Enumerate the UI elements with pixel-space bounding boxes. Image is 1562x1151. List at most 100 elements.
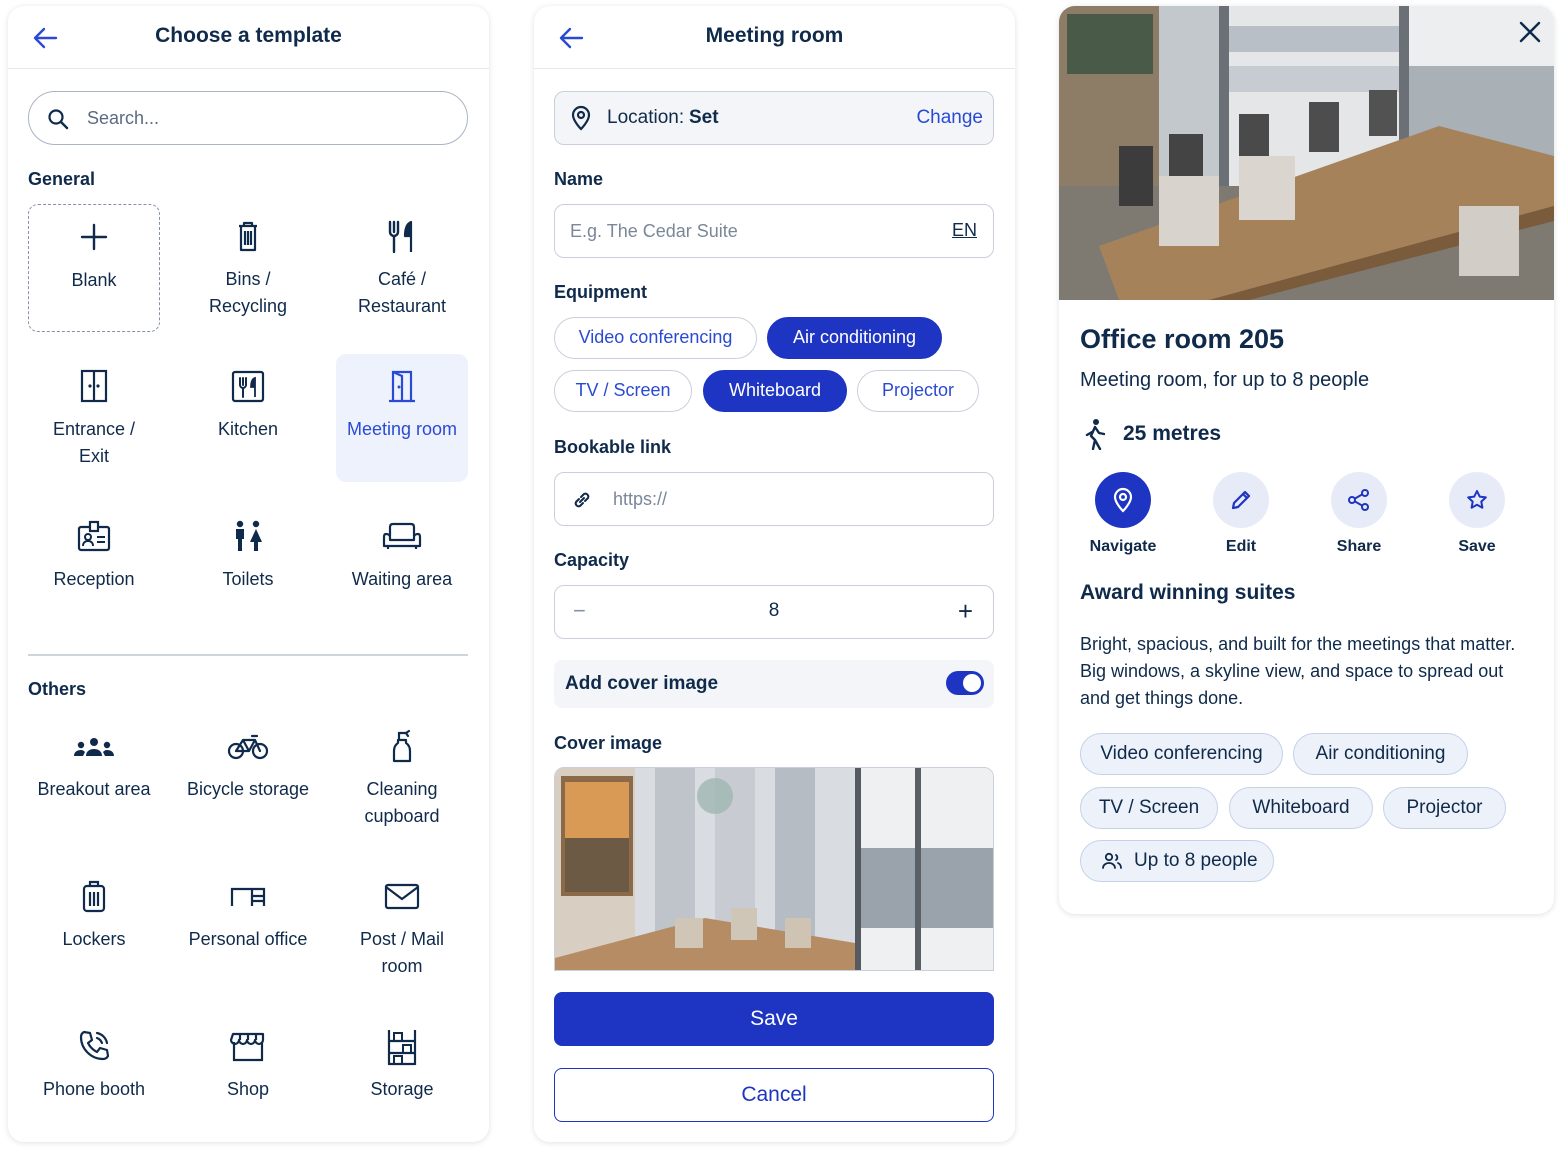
toggle-knob (963, 674, 981, 692)
cover-image-label: Cover image (554, 733, 663, 753)
room-subtitle: Meeting room, for up to 8 people (1080, 369, 1370, 391)
change-location-link[interactable]: Change (916, 107, 983, 129)
spray-bottle-icon (392, 729, 412, 763)
desk-icon (230, 887, 266, 906)
capacity-stepper: − 8 + (554, 585, 994, 639)
meeting-door-icon (389, 370, 415, 403)
feature-tag: TV / Screen (1080, 787, 1218, 829)
share-action[interactable]: Share (1314, 472, 1404, 556)
template-label: Cleaning cupboard (364, 779, 440, 826)
room-title: Office room 205 (1080, 324, 1285, 354)
template-label: Lockers (62, 929, 126, 949)
cutlery-icon (388, 220, 413, 254)
room-detail-card: Office room 205 Meeting room, for up to … (1059, 6, 1554, 914)
equipment-chip-tv[interactable]: TV / Screen (554, 370, 692, 412)
cover-toggle-label: Add cover image (565, 673, 719, 694)
template-panel: Choose a template General Blank Bins / R… (8, 6, 489, 1142)
save-action[interactable]: Save (1432, 472, 1522, 556)
location-label: Location: (607, 107, 685, 128)
location-value: Set (689, 107, 719, 128)
feature-tag: Air conditioning (1293, 733, 1468, 775)
shelves-icon (387, 1030, 417, 1066)
template-entrance[interactable]: Entrance / Exit (28, 354, 160, 482)
template-cafe[interactable]: Café / Restaurant (336, 204, 468, 332)
template-meeting-room[interactable]: Meeting room (336, 354, 468, 482)
template-blank[interactable]: Blank (28, 204, 160, 332)
template-label: Reception (53, 569, 135, 589)
door-icon (80, 369, 108, 403)
template-lockers[interactable]: Lockers (28, 864, 160, 992)
bin-icon (239, 221, 257, 252)
save-button[interactable]: Save (554, 992, 994, 1046)
template-storage[interactable]: Storage (336, 1014, 468, 1142)
cover-image-toggle[interactable] (946, 671, 984, 695)
template-shop[interactable]: Shop (182, 1014, 314, 1142)
template-kitchen[interactable]: Kitchen (182, 354, 314, 482)
capacity-label: Capacity (554, 550, 630, 570)
mail-icon (384, 883, 420, 910)
location-pin-icon (1113, 487, 1133, 513)
share-icon (1348, 489, 1369, 511)
plus-icon (80, 223, 108, 251)
equipment-chip-projector[interactable]: Projector (857, 370, 979, 412)
general-heading: General (28, 169, 96, 189)
template-waiting-area[interactable]: Waiting area (336, 504, 468, 632)
template-breakout[interactable]: Breakout area (28, 714, 160, 842)
page-title: Choose a template (155, 24, 342, 47)
template-label: Blank (71, 270, 117, 290)
capacity-value[interactable]: 8 (555, 600, 993, 622)
template-cleaning[interactable]: Cleaning cupboard (336, 714, 468, 842)
template-label: Waiting area (351, 569, 453, 589)
link-input[interactable] (613, 485, 973, 513)
template-bins[interactable]: Bins / Recycling (182, 204, 314, 332)
shop-icon (229, 1032, 265, 1062)
close-icon[interactable] (1516, 18, 1544, 46)
template-phone-booth[interactable]: Phone booth (28, 1014, 160, 1142)
equipment-chip-air[interactable]: Air conditioning (767, 317, 942, 359)
group-icon (74, 738, 114, 756)
feature-tag: Video conferencing (1080, 733, 1283, 775)
people-icon (1102, 852, 1122, 869)
equipment-chip-video[interactable]: Video conferencing (554, 317, 757, 359)
search-box[interactable] (28, 91, 468, 145)
template-label: Bins / Recycling (208, 269, 288, 316)
template-reception[interactable]: Reception (28, 504, 160, 632)
template-label: Bicycle storage (186, 779, 310, 799)
template-label: Post / Mail room (359, 929, 445, 976)
equipment-label: Equipment (554, 282, 647, 302)
cancel-button[interactable]: Cancel (554, 1068, 994, 1122)
edit-action[interactable]: Edit (1196, 472, 1286, 556)
template-toilets[interactable]: Toilets (182, 504, 314, 632)
link-icon (574, 492, 590, 508)
template-label: Meeting room (346, 419, 458, 439)
template-post-mail[interactable]: Post / Mail room (336, 864, 468, 992)
star-icon (1467, 490, 1487, 509)
search-icon (48, 109, 69, 130)
pencil-icon (1231, 490, 1251, 510)
name-input[interactable] (570, 217, 920, 245)
hero-image (1059, 6, 1554, 300)
search-input[interactable] (87, 104, 447, 132)
section-divider (28, 654, 468, 656)
location-pin-icon (571, 105, 591, 131)
template-bicycle[interactable]: Bicycle storage (182, 714, 314, 842)
equipment-chip-whiteboard[interactable]: Whiteboard (703, 370, 847, 412)
template-personal-office[interactable]: Personal office (182, 864, 314, 992)
template-label: Phone booth (42, 1079, 146, 1099)
name-field[interactable]: EN (554, 204, 994, 258)
template-label: Shop (226, 1079, 270, 1099)
language-selector[interactable]: EN (952, 220, 977, 241)
navigate-action[interactable]: Navigate (1078, 472, 1168, 556)
capacity-increment-button[interactable]: + (958, 596, 973, 627)
cover-photo (555, 768, 993, 970)
link-field[interactable] (554, 472, 994, 526)
sofa-icon (382, 522, 422, 549)
template-label: Café / Restaurant (357, 269, 447, 316)
toilets-icon (236, 520, 262, 551)
locker-icon (82, 880, 106, 913)
action-label: Share (1336, 538, 1382, 555)
action-label: Navigate (1089, 538, 1157, 555)
cover-image[interactable] (554, 767, 994, 971)
feature-tag: Whiteboard (1229, 787, 1373, 829)
name-label: Name (554, 169, 604, 189)
